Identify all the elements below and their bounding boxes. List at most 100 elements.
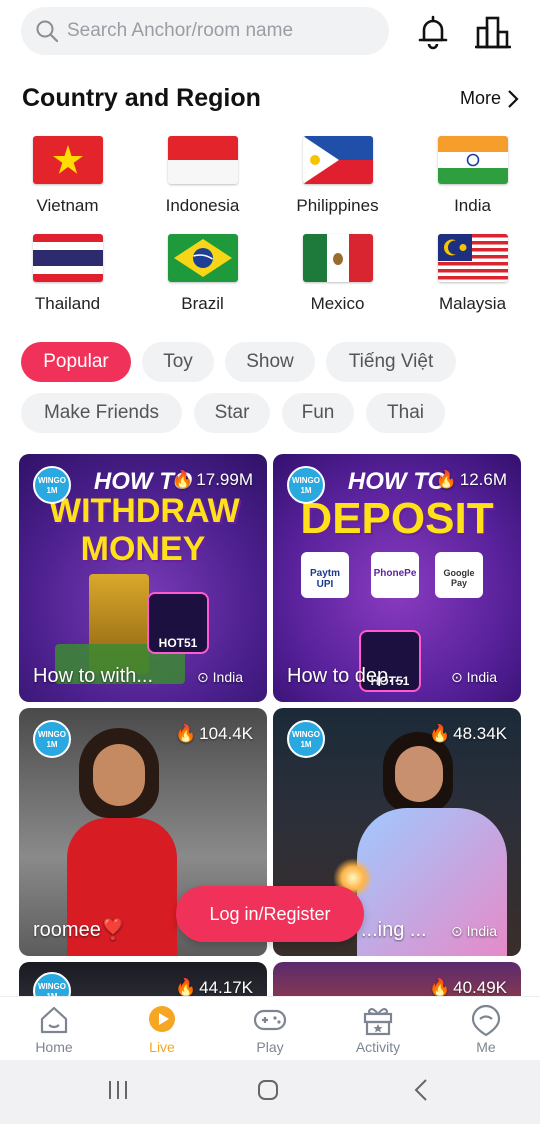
country-label: Philippines [296, 196, 379, 215]
chevron-right-icon [508, 89, 519, 108]
country-label: Mexico [310, 294, 365, 313]
viewer-count-value: 12.6M [459, 470, 507, 489]
viewer-count: 🔥 44.17K [175, 978, 253, 998]
bottom-nav: Home Live Play Activity Me [0, 996, 540, 1060]
tag-make-friends[interactable]: Make Friends [21, 393, 182, 433]
room-location: ⊙ India [451, 669, 497, 686]
wingo-badge: WINGO 1M [287, 720, 325, 758]
thailand-flag-icon [32, 234, 103, 282]
nav-label: Me [476, 1039, 496, 1055]
vietnam-flag-icon [32, 136, 103, 184]
nav-live[interactable]: Live [122, 1003, 202, 1055]
viewer-count-value: 17.99M [196, 470, 253, 489]
room-location: ⊙ India [451, 923, 497, 940]
person-face [395, 746, 443, 802]
search-bar[interactable] [21, 7, 389, 55]
malaysia-flag-icon [437, 234, 508, 282]
viewer-count: 🔥 40.49K [429, 978, 507, 998]
live-room-card[interactable]: HOW TO DEPOSIT Paytm UPI PhonePe Google … [273, 454, 521, 702]
viewer-count-value: 104.4K [199, 724, 253, 743]
viewer-count: 🔥 12.6M [436, 470, 507, 490]
location-label: India [466, 669, 497, 685]
live-icon [149, 1006, 175, 1032]
viewer-count-value: 44.17K [199, 978, 253, 997]
country-vietnam[interactable]: Vietnam [0, 136, 135, 216]
home-icon [40, 1006, 68, 1034]
country-mexico[interactable]: Mexico [270, 234, 405, 314]
search-icon [36, 20, 59, 43]
nav-label: Play [256, 1039, 284, 1055]
wingo-badge: WINGO 1M [33, 466, 71, 504]
country-philippines[interactable]: Philippines [270, 136, 405, 216]
login-register-button[interactable]: Log in/Register [176, 886, 364, 942]
brazil-flag-icon [167, 234, 238, 282]
viewer-count-value: 40.49K [453, 978, 507, 997]
tag-fun[interactable]: Fun [282, 393, 354, 433]
payment-option: PhonePe [371, 552, 419, 598]
india-flag-icon [437, 136, 508, 184]
location-pin-icon: ⊙ [451, 923, 467, 939]
nav-activity[interactable]: Activity [338, 1003, 418, 1055]
flame-icon: 🔥 [174, 724, 197, 743]
country-label: India [454, 196, 491, 215]
viewer-count: 🔥 17.99M [172, 470, 253, 490]
flame-icon: 🔥 [174, 978, 197, 997]
more-label: More [460, 88, 502, 108]
section-title: Country and Region [22, 84, 261, 112]
live-room-card[interactable]: HOW TO WITHDRAW MONEY HOT51 WINGO 1M 🔥 17… [19, 454, 267, 702]
profile-icon [471, 1004, 501, 1037]
top-bar [0, 0, 540, 62]
person-face [93, 744, 145, 806]
country-brazil[interactable]: Brazil [135, 234, 270, 314]
nav-play[interactable]: Play [230, 1003, 310, 1055]
wingo-badge: WINGO 1M [33, 720, 71, 758]
country-label: Brazil [181, 294, 224, 313]
recent-apps-icon[interactable] [106, 1078, 130, 1102]
payment-option: Google Pay [435, 552, 483, 598]
wingo-badge: WINGO 1M [287, 466, 325, 504]
country-malaysia[interactable]: Malaysia [405, 234, 540, 314]
nav-label: Live [149, 1039, 175, 1055]
room-title: roomee❣️ [33, 919, 126, 941]
country-label: Vietnam [36, 196, 99, 215]
room-location: ⊙ India [197, 669, 243, 686]
room-title: How to dep... [287, 665, 405, 687]
location-label: India [466, 923, 497, 939]
country-indonesia[interactable]: Indonesia [135, 136, 270, 216]
system-nav-bar [0, 1060, 540, 1124]
back-icon[interactable] [410, 1078, 434, 1102]
ranking-icon[interactable] [474, 14, 512, 50]
brand-logo: HOT51 [147, 592, 209, 654]
location-pin-icon: ⊙ [451, 669, 467, 685]
country-label: Malaysia [438, 294, 507, 313]
country-thailand[interactable]: Thailand [0, 234, 135, 314]
tag-toy[interactable]: Toy [142, 342, 214, 382]
more-link[interactable]: More [460, 88, 519, 109]
gift-icon [363, 1008, 393, 1036]
search-input[interactable] [67, 7, 377, 55]
flame-icon: 🔥 [172, 470, 194, 489]
flame-icon: 🔥 [428, 724, 451, 743]
tag-thai[interactable]: Thai [366, 393, 445, 433]
nav-me[interactable]: Me [446, 1003, 526, 1055]
nav-home[interactable]: Home [14, 1003, 94, 1055]
tag-tieng-viet[interactable]: Tiếng Việt [326, 342, 456, 382]
country-label: Indonesia [165, 196, 240, 215]
viewer-count: 🔥 48.34K [429, 724, 507, 744]
tag-popular[interactable]: Popular [21, 342, 131, 382]
tag-show[interactable]: Show [225, 342, 315, 382]
nav-label: Home [35, 1039, 73, 1055]
viewer-count-value: 48.34K [453, 724, 507, 743]
tag-star[interactable]: Star [194, 393, 270, 433]
flame-icon: 🔥 [435, 470, 457, 489]
flame-icon: 🔥 [428, 978, 451, 997]
home-button-icon[interactable] [256, 1078, 280, 1102]
country-label: Thailand [34, 294, 101, 313]
bell-icon[interactable] [415, 14, 451, 50]
nav-label: Activity [355, 1039, 401, 1055]
indonesia-flag-icon [167, 136, 238, 184]
gamepad-icon [253, 1009, 287, 1031]
country-india[interactable]: India [405, 136, 540, 216]
mexico-flag-icon [302, 234, 373, 282]
payment-option: Paytm UPI [301, 552, 349, 598]
